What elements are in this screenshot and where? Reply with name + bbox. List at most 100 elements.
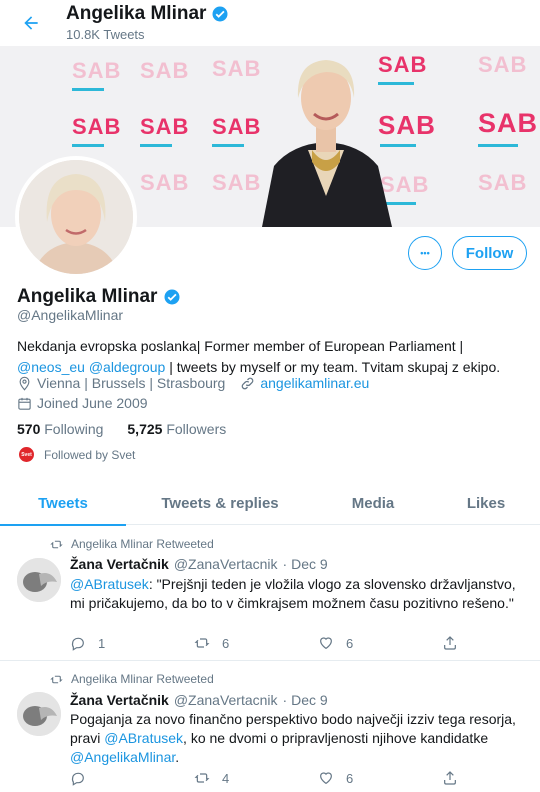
banner-sab-text: SAB: [140, 170, 190, 195]
banner-person-photo: [262, 60, 392, 227]
tweet-author-handle[interactable]: @ZanaVertacnik: [174, 556, 278, 572]
retweet-indicator: Angelika Mlinar Retweeted: [50, 672, 214, 686]
profile-handle: @AngelikaMlinar: [17, 307, 124, 323]
retweet-label: Angelika Mlinar Retweeted: [71, 672, 214, 686]
tweet-header: Žana Vertačnik @ZanaVertacnik · Dec 9: [70, 556, 328, 572]
profile-tabs: Tweets Tweets & replies Media Likes: [0, 482, 540, 526]
followers-label: Followers: [166, 421, 227, 437]
heart-icon: [320, 637, 332, 650]
share-icon: [444, 771, 456, 785]
tweet-author-avatar[interactable]: [17, 692, 61, 736]
more-options-dots: •••: [420, 248, 430, 258]
banner-stripe: [212, 144, 244, 147]
tweet-author-name[interactable]: Žana Vertačnik: [70, 556, 169, 572]
location-pin-icon: [19, 376, 30, 391]
banner-sab-text: SAB: [478, 52, 528, 77]
tab-tweets-and-replies[interactable]: Tweets & replies: [126, 482, 314, 525]
banner-stripe: [72, 144, 104, 147]
retweet-count: 4: [222, 770, 230, 786]
tab-tweets[interactable]: Tweets: [0, 482, 126, 526]
banner-sab-text: SAB: [478, 108, 539, 138]
tweet-mention[interactable]: @ABratusek: [70, 576, 149, 592]
retweet-count: 6: [222, 635, 230, 651]
link-icon: [242, 377, 254, 389]
back-button[interactable]: [14, 8, 48, 38]
tweet-author-handle[interactable]: @ZanaVertacnik: [174, 692, 278, 708]
profile-joined-date: Joined June 2009: [37, 395, 148, 411]
calendar-icon: [18, 397, 31, 410]
retweet-icon: [50, 675, 63, 683]
like-button[interactable]: 6: [318, 770, 442, 786]
followed-by-text: Followed by Svet: [44, 447, 136, 462]
header-name-text: Angelika Mlinar: [66, 3, 207, 24]
share-button[interactable]: [442, 635, 482, 651]
retweet-icon: [194, 638, 210, 648]
share-button[interactable]: [442, 770, 482, 786]
tweet-actions: 4 6: [70, 770, 490, 786]
retweet-icon: [194, 773, 210, 783]
tweet-author-avatar[interactable]: [17, 558, 61, 602]
tweet-mention[interactable]: @AngelikaMlinar: [70, 749, 175, 765]
tweet-body: , ko ne dvomi o pripravljenosti njihove …: [183, 730, 489, 746]
arrow-left-icon: [24, 16, 38, 30]
followed-by-row[interactable]: Svet Followed by Svet: [19, 447, 135, 462]
banner-sab-text: SAB: [72, 58, 122, 83]
tweet-date[interactable]: · Dec 9: [283, 692, 328, 708]
profile-website-link[interactable]: angelikamlinar.eu: [260, 375, 369, 391]
tweet-author-name[interactable]: Žana Vertačnik: [70, 692, 169, 708]
avatar-photo: [19, 160, 133, 274]
svet-avatar-label: Svet: [21, 451, 32, 458]
like-button[interactable]: 6: [318, 635, 442, 651]
verified-badge-icon: [212, 6, 228, 22]
bio-text: | tweets by myself or my team. Tvitam sk…: [165, 359, 501, 375]
profile-stats: 570 Following 5,725 Followers: [17, 421, 226, 437]
follow-button[interactable]: Follow: [452, 236, 527, 270]
profile-avatar[interactable]: [15, 156, 137, 278]
top-header: Angelika Mlinar 10.8K Tweets: [0, 0, 540, 46]
followers-stat[interactable]: 5,725 Followers: [127, 421, 226, 437]
profile-location: Vienna | Brussels | Strasbourg: [37, 375, 226, 391]
share-icon: [444, 636, 456, 650]
verified-badge-icon: [164, 289, 180, 305]
tab-media[interactable]: Media: [314, 482, 432, 525]
tweet-header: Žana Vertačnik @ZanaVertacnik · Dec 9: [70, 692, 328, 708]
tab-likes[interactable]: Likes: [432, 482, 540, 525]
header-title: Angelika Mlinar: [66, 3, 229, 25]
retweet-icon: [50, 540, 63, 548]
avatar-photo: [17, 692, 61, 736]
banner-sab-text: SAB: [140, 58, 190, 83]
tweet-date[interactable]: · Dec 9: [283, 556, 328, 572]
bio-mention-neos[interactable]: @neos_eu: [17, 359, 85, 375]
banner-stripe: [478, 144, 518, 147]
heart-icon: [320, 772, 332, 785]
tweet-count: 10.8K Tweets: [66, 27, 145, 42]
following-count: 570: [17, 421, 41, 437]
banner-sab-text: SAB: [140, 114, 190, 139]
following-stat[interactable]: 570 Following: [17, 421, 103, 437]
tweet-text: Pogajanja za novo finančno perspektivo b…: [70, 710, 525, 767]
banner-stripe: [140, 144, 172, 147]
bio-text: Nekdanja evropska poslanka| Former membe…: [17, 338, 464, 354]
banner-sab-text: SAB: [478, 170, 528, 195]
reply-button[interactable]: [70, 770, 194, 786]
reply-button[interactable]: 1: [70, 635, 194, 651]
following-label: Following: [44, 421, 104, 437]
bio-mention-aldegroup[interactable]: @aldegroup: [89, 359, 166, 375]
tweet-item[interactable]: Angelika Mlinar Retweeted Žana Vertačnik…: [0, 662, 540, 792]
like-count: 6: [346, 635, 354, 651]
banner-stripe: [72, 88, 104, 91]
tweet-actions: 1 6 6: [70, 635, 490, 651]
reply-count: 1: [98, 635, 106, 651]
more-options-button[interactable]: •••: [408, 236, 442, 270]
svet-avatar-icon: Svet: [19, 447, 34, 462]
tweet-mention[interactable]: @ABratusek: [104, 730, 183, 746]
like-count: 6: [346, 770, 354, 786]
retweet-button[interactable]: 6: [194, 635, 318, 651]
retweet-label: Angelika Mlinar Retweeted: [71, 537, 214, 551]
avatar-photo: [17, 558, 61, 602]
profile-name: Angelika Mlinar: [17, 286, 181, 308]
reply-icon: [71, 772, 84, 786]
reply-icon: [71, 637, 84, 651]
retweet-button[interactable]: 4: [194, 770, 318, 786]
tweet-item[interactable]: Angelika Mlinar Retweeted Žana Vertačnik…: [0, 526, 540, 661]
